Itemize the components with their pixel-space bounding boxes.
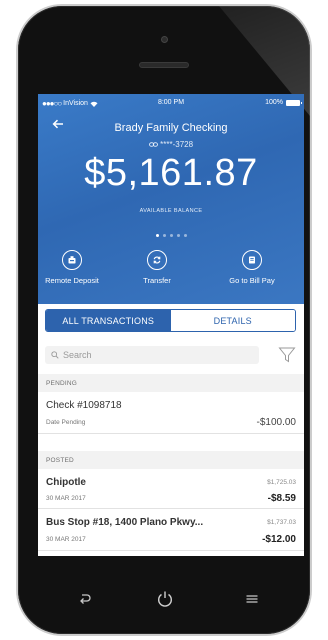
transaction-name: Chipotle: [46, 477, 86, 488]
search-row: Search: [38, 344, 304, 366]
page-dot: [162, 234, 166, 237]
status-time: 8:00 PM: [157, 99, 185, 106]
page-dot: [176, 234, 180, 237]
transaction-amount: -$12.00: [262, 534, 296, 545]
transaction-date: 30 MAR 2017: [46, 536, 86, 543]
transaction-name: Bus Stop #18, 1400 Plano Pkwy...: [46, 517, 204, 528]
account-number: ****-3728: [160, 140, 194, 149]
filter-icon[interactable]: [278, 346, 296, 364]
battery-icon: [286, 99, 302, 106]
posted-transaction-row[interactable]: Bus Stop #18, 1400 Plano Pkwy... $1,737.…: [38, 509, 304, 551]
battery-percent: 100%: [265, 99, 283, 106]
transaction-name: Check #1098718: [46, 400, 122, 411]
transaction-amount: -$100.00: [256, 417, 296, 428]
posted-section-header: POSTED: [38, 451, 304, 469]
page-dot: [183, 234, 187, 237]
posted-transaction-row[interactable]: Chipotle $1,725.03 30 MAR 2017 -$8.59: [38, 469, 304, 509]
tab-all-transactions[interactable]: ALL TRANSACTIONS: [46, 310, 171, 331]
earpiece-speaker: [139, 62, 189, 68]
remote-deposit-button[interactable]: Remote Deposit: [40, 250, 104, 285]
power-icon[interactable]: [154, 588, 176, 610]
pending-transaction-row[interactable]: Check #1098718 Date Pending -$100.00: [38, 392, 304, 434]
page-dot: [155, 234, 159, 237]
search-icon: [51, 351, 59, 359]
status-bar: ●●●○○ InVision 8:00 PM 100%: [38, 98, 304, 110]
available-balance: $5,161.87: [84, 152, 258, 194]
transaction-tabs: ALL TRANSACTIONS DETAILS: [45, 309, 296, 332]
account-number-row: ****-3728: [38, 140, 304, 149]
link-icon: [148, 142, 158, 148]
running-balance: $1,737.03: [267, 519, 296, 526]
front-camera: [161, 36, 168, 43]
transaction-date: 30 MAR 2017: [46, 495, 86, 502]
pending-section-header: PENDING: [38, 374, 304, 392]
running-balance: $1,725.03: [267, 479, 296, 486]
app-screen: ●●●○○ InVision 8:00 PM 100% Brady Family…: [38, 94, 304, 556]
deposit-icon: [62, 250, 82, 270]
page-dot: [169, 234, 173, 237]
balance-label: AVAILABLE BALANCE: [139, 208, 203, 214]
search-placeholder: Search: [63, 350, 92, 360]
transfer-button[interactable]: Transfer: [134, 250, 180, 285]
bill-pay-icon: [242, 250, 262, 270]
bill-pay-button[interactable]: Go to Bill Pay: [216, 250, 288, 285]
tab-details[interactable]: DETAILS: [170, 310, 295, 331]
page-indicator[interactable]: [38, 234, 304, 237]
transaction-date: Date Pending: [46, 419, 86, 426]
remote-deposit-label: Remote Deposit: [45, 276, 99, 285]
bill-pay-label: Go to Bill Pay: [229, 276, 275, 285]
account-header: ●●●○○ InVision 8:00 PM 100% Brady Family…: [38, 94, 304, 304]
search-input[interactable]: Search: [45, 346, 259, 364]
menu-icon[interactable]: [241, 588, 263, 610]
transaction-amount: -$8.59: [267, 493, 296, 504]
quick-actions: Remote Deposit Transfer Go to Bill Pay: [38, 250, 304, 300]
battery-info: 100%: [265, 99, 302, 106]
back-icon[interactable]: [74, 588, 96, 610]
transfer-label: Transfer: [143, 276, 171, 285]
transfer-icon: [147, 250, 167, 270]
account-name: Brady Family Checking: [114, 122, 228, 134]
